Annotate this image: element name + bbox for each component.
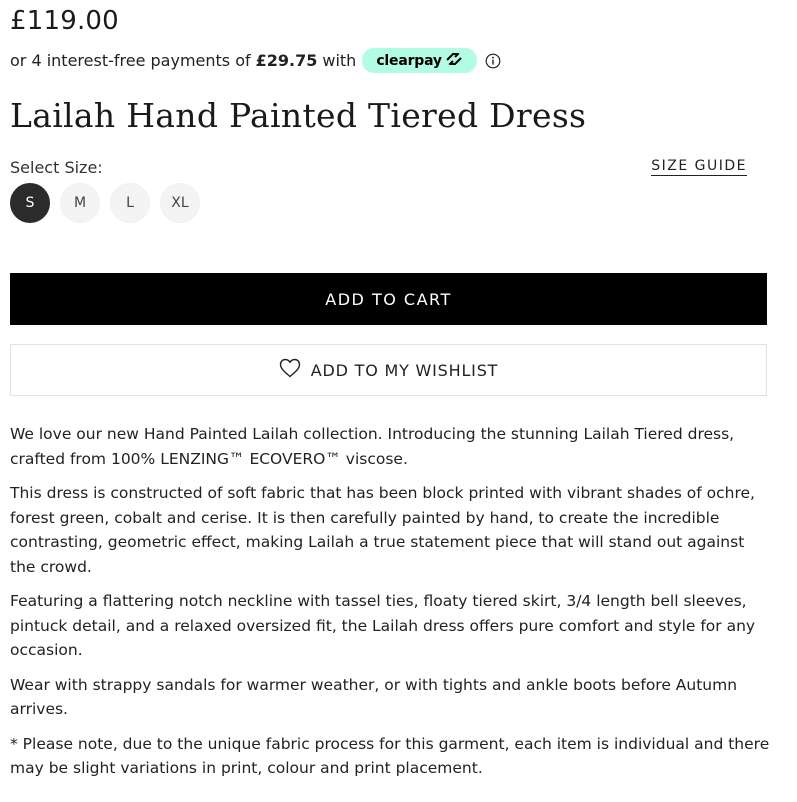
description-paragraph: We love our new Hand Painted Lailah coll… — [10, 425, 735, 468]
size-option-m[interactable]: M — [60, 183, 100, 223]
installment-amount: £29.75 — [255, 51, 318, 70]
clearpay-arrows-icon — [445, 49, 463, 69]
description-paragraph: Wear with strappy sandals for warmer wea… — [10, 675, 738, 719]
description-note: * Please note, due to the unique fabric … — [10, 734, 770, 778]
size-option-xl[interactable]: XL — [160, 183, 200, 223]
clearpay-label: clearpay — [376, 52, 442, 69]
add-to-wishlist-button[interactable]: ADD TO MY WISHLIST — [10, 344, 767, 396]
installment-prefix: or 4 interest-free payments of — [10, 51, 251, 70]
size-options: S M L XL — [10, 183, 200, 223]
installment-suffix: with — [322, 51, 357, 70]
heart-icon — [279, 358, 301, 382]
info-icon[interactable] — [485, 53, 501, 69]
installment-info: or 4 interest-free payments of £29.75 wi… — [10, 48, 501, 73]
product-description: We love our new Hand Painted Lailah coll… — [10, 422, 770, 791]
size-option-s[interactable]: S — [10, 183, 50, 223]
add-to-cart-button[interactable]: ADD TO CART — [10, 273, 767, 325]
description-paragraph: This dress is constructed of soft fabric… — [10, 484, 755, 576]
size-guide-link[interactable]: SIZE GUIDE — [651, 158, 747, 176]
clearpay-badge[interactable]: clearpay — [362, 48, 477, 73]
size-select-label: Select Size: — [10, 158, 103, 177]
product-title: Lailah Hand Painted Tiered Dress — [10, 96, 587, 135]
description-paragraph: Featuring a flattering notch neckline wi… — [10, 592, 756, 659]
wishlist-label: ADD TO MY WISHLIST — [310, 360, 499, 380]
size-option-l[interactable]: L — [110, 183, 150, 223]
product-price: £119.00 — [10, 6, 119, 36]
